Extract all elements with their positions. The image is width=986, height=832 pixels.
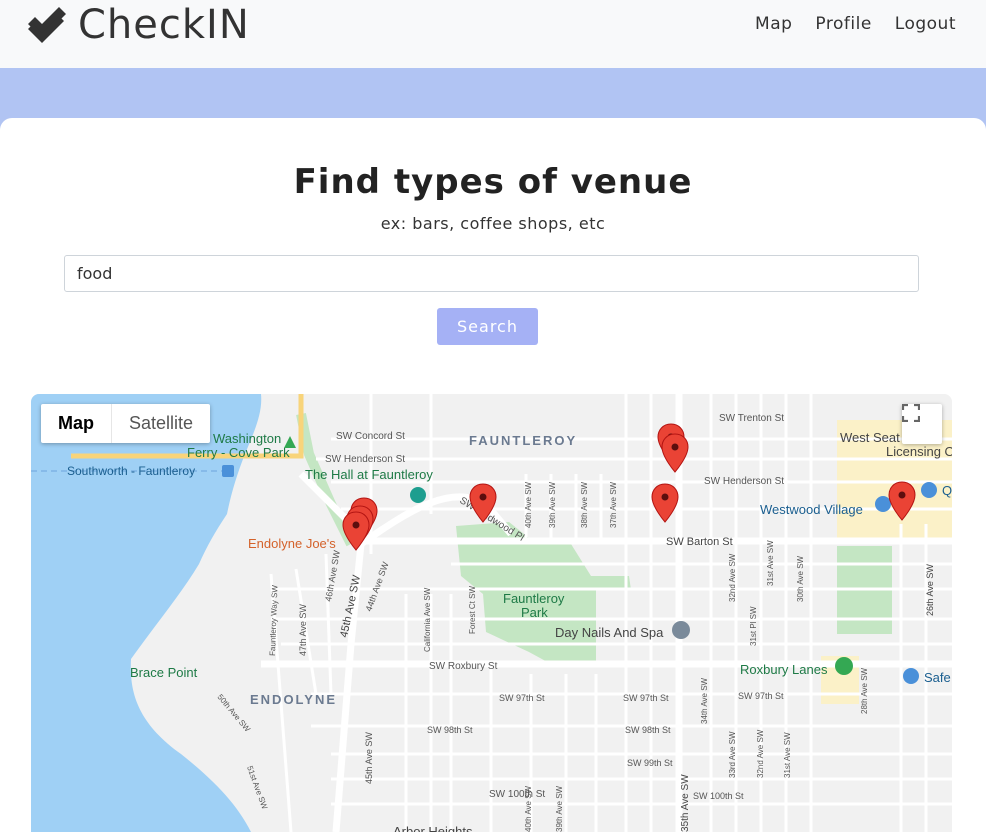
street-label: 32nd Ave SW — [728, 553, 737, 602]
street-label: 30th Ave SW — [796, 555, 805, 602]
brand[interactable]: CheckIN — [26, 2, 250, 48]
street-label: SW 98th St — [625, 725, 671, 735]
street-label: 32nd Ave SW — [756, 729, 765, 778]
bus-icon — [222, 465, 234, 477]
place-label: Safe — [924, 670, 951, 685]
location-pin-icon — [672, 621, 690, 639]
street-label: SW Barton St — [666, 536, 733, 548]
nav-links: Map Profile Logout — [732, 12, 956, 36]
place-label: Fauntleroy — [503, 591, 565, 606]
shopping-bag-icon — [875, 496, 891, 512]
place-label: Southworth - Fauntleroy — [67, 464, 195, 478]
page-subtitle: ex: bars, coffee shops, etc — [380, 214, 606, 233]
venue-search-input[interactable] — [64, 255, 919, 292]
street-label: 40th Ave SW — [524, 481, 533, 528]
map-type-map-button[interactable]: Map — [41, 404, 112, 443]
place-label: Arbor Heights — [393, 824, 473, 832]
place-label: Brace Point — [130, 665, 198, 680]
fullscreen-icon — [902, 404, 920, 422]
street-label: 31st Ave SW — [766, 540, 775, 586]
street-label: SW 97th St — [623, 693, 669, 703]
street-label: 31st Ave SW — [783, 732, 792, 778]
street-label: SW Henderson St — [704, 476, 784, 487]
place-label: Q — [942, 483, 952, 498]
street-label: SW Roxbury St — [429, 661, 498, 672]
place-label: Westwood Village — [760, 502, 863, 517]
place-label: The Hall at Fauntleroy — [305, 467, 433, 482]
bowling-icon — [835, 657, 853, 675]
brand-name: CheckIN — [78, 2, 250, 48]
street-label: 33rd Ave SW — [728, 731, 737, 778]
place-label: Day Nails And Spa — [555, 625, 664, 640]
double-check-icon — [28, 7, 66, 43]
place-label: West Seat — [840, 430, 900, 445]
street-label: SW 97th St — [499, 693, 545, 703]
street-label: 35th Ave SW — [680, 774, 691, 832]
fullscreen-button[interactable] — [902, 404, 942, 444]
street-label: California Ave SW — [423, 587, 432, 652]
nav-map-link[interactable]: Map — [755, 12, 792, 36]
street-label: 26th Ave SW — [925, 564, 935, 616]
map-type-satellite-button[interactable]: Satellite — [112, 404, 210, 443]
camera-icon — [410, 487, 426, 503]
place-label: Park — [521, 605, 548, 620]
street-label: 31st Pl SW — [749, 606, 758, 646]
area-label-fauntleroy: FAUNTLEROY — [469, 433, 577, 448]
map-canvas[interactable]: SW Trenton St SW Concord St SW Henderson… — [31, 394, 952, 832]
street-label: 40th Ave SW — [524, 785, 533, 832]
map-view[interactable]: SW Trenton St SW Concord St SW Henderson… — [31, 394, 952, 832]
street-label: Forest Ct SW — [468, 586, 477, 634]
map-type-control: Map Satellite — [41, 404, 211, 443]
search-button[interactable]: Search — [437, 308, 538, 345]
street-label: 37th Ave SW — [609, 481, 618, 528]
street-label: SW 98th St — [427, 725, 473, 735]
shopping-cart-icon — [921, 482, 937, 498]
area-label-endolyne: ENDOLYNE — [250, 692, 337, 707]
street-label: SW Henderson St — [325, 454, 405, 465]
street-label: SW 99th St — [627, 758, 673, 768]
street-label: SW 100th St — [693, 791, 744, 801]
navbar: CheckIN Map Profile Logout — [0, 0, 986, 68]
place-label: Washington — [213, 431, 281, 446]
street-label: 38th Ave SW — [580, 481, 589, 528]
search-card: Find types of venue ex: bars, coffee sho… — [0, 118, 986, 832]
nav-logout-link[interactable]: Logout — [895, 12, 956, 36]
street-label: SW Trenton St — [719, 413, 784, 424]
place-label: Endolyne Joe's — [248, 536, 336, 551]
street-label: SW 100th St — [489, 789, 545, 800]
street-label: 39th Ave SW — [548, 481, 557, 528]
place-label: Ferry - Cove Park — [187, 445, 290, 460]
nav-profile-link[interactable]: Profile — [815, 12, 871, 36]
page-title: Find types of venue — [293, 162, 693, 202]
street-label: 45th Ave SW — [364, 732, 374, 784]
street-label: SW 97th St — [738, 691, 784, 701]
street-label: SW Concord St — [336, 431, 405, 442]
shopping-cart-icon — [903, 668, 919, 684]
street-label: 47th Ave SW — [298, 604, 308, 656]
street-label: 34th Ave SW — [700, 677, 709, 724]
street-label: 28th Ave SW — [860, 667, 869, 714]
place-label: Licensing Offic — [886, 444, 952, 459]
street-label: 39th Ave SW — [555, 785, 564, 832]
place-label: Roxbury Lanes — [740, 662, 828, 677]
